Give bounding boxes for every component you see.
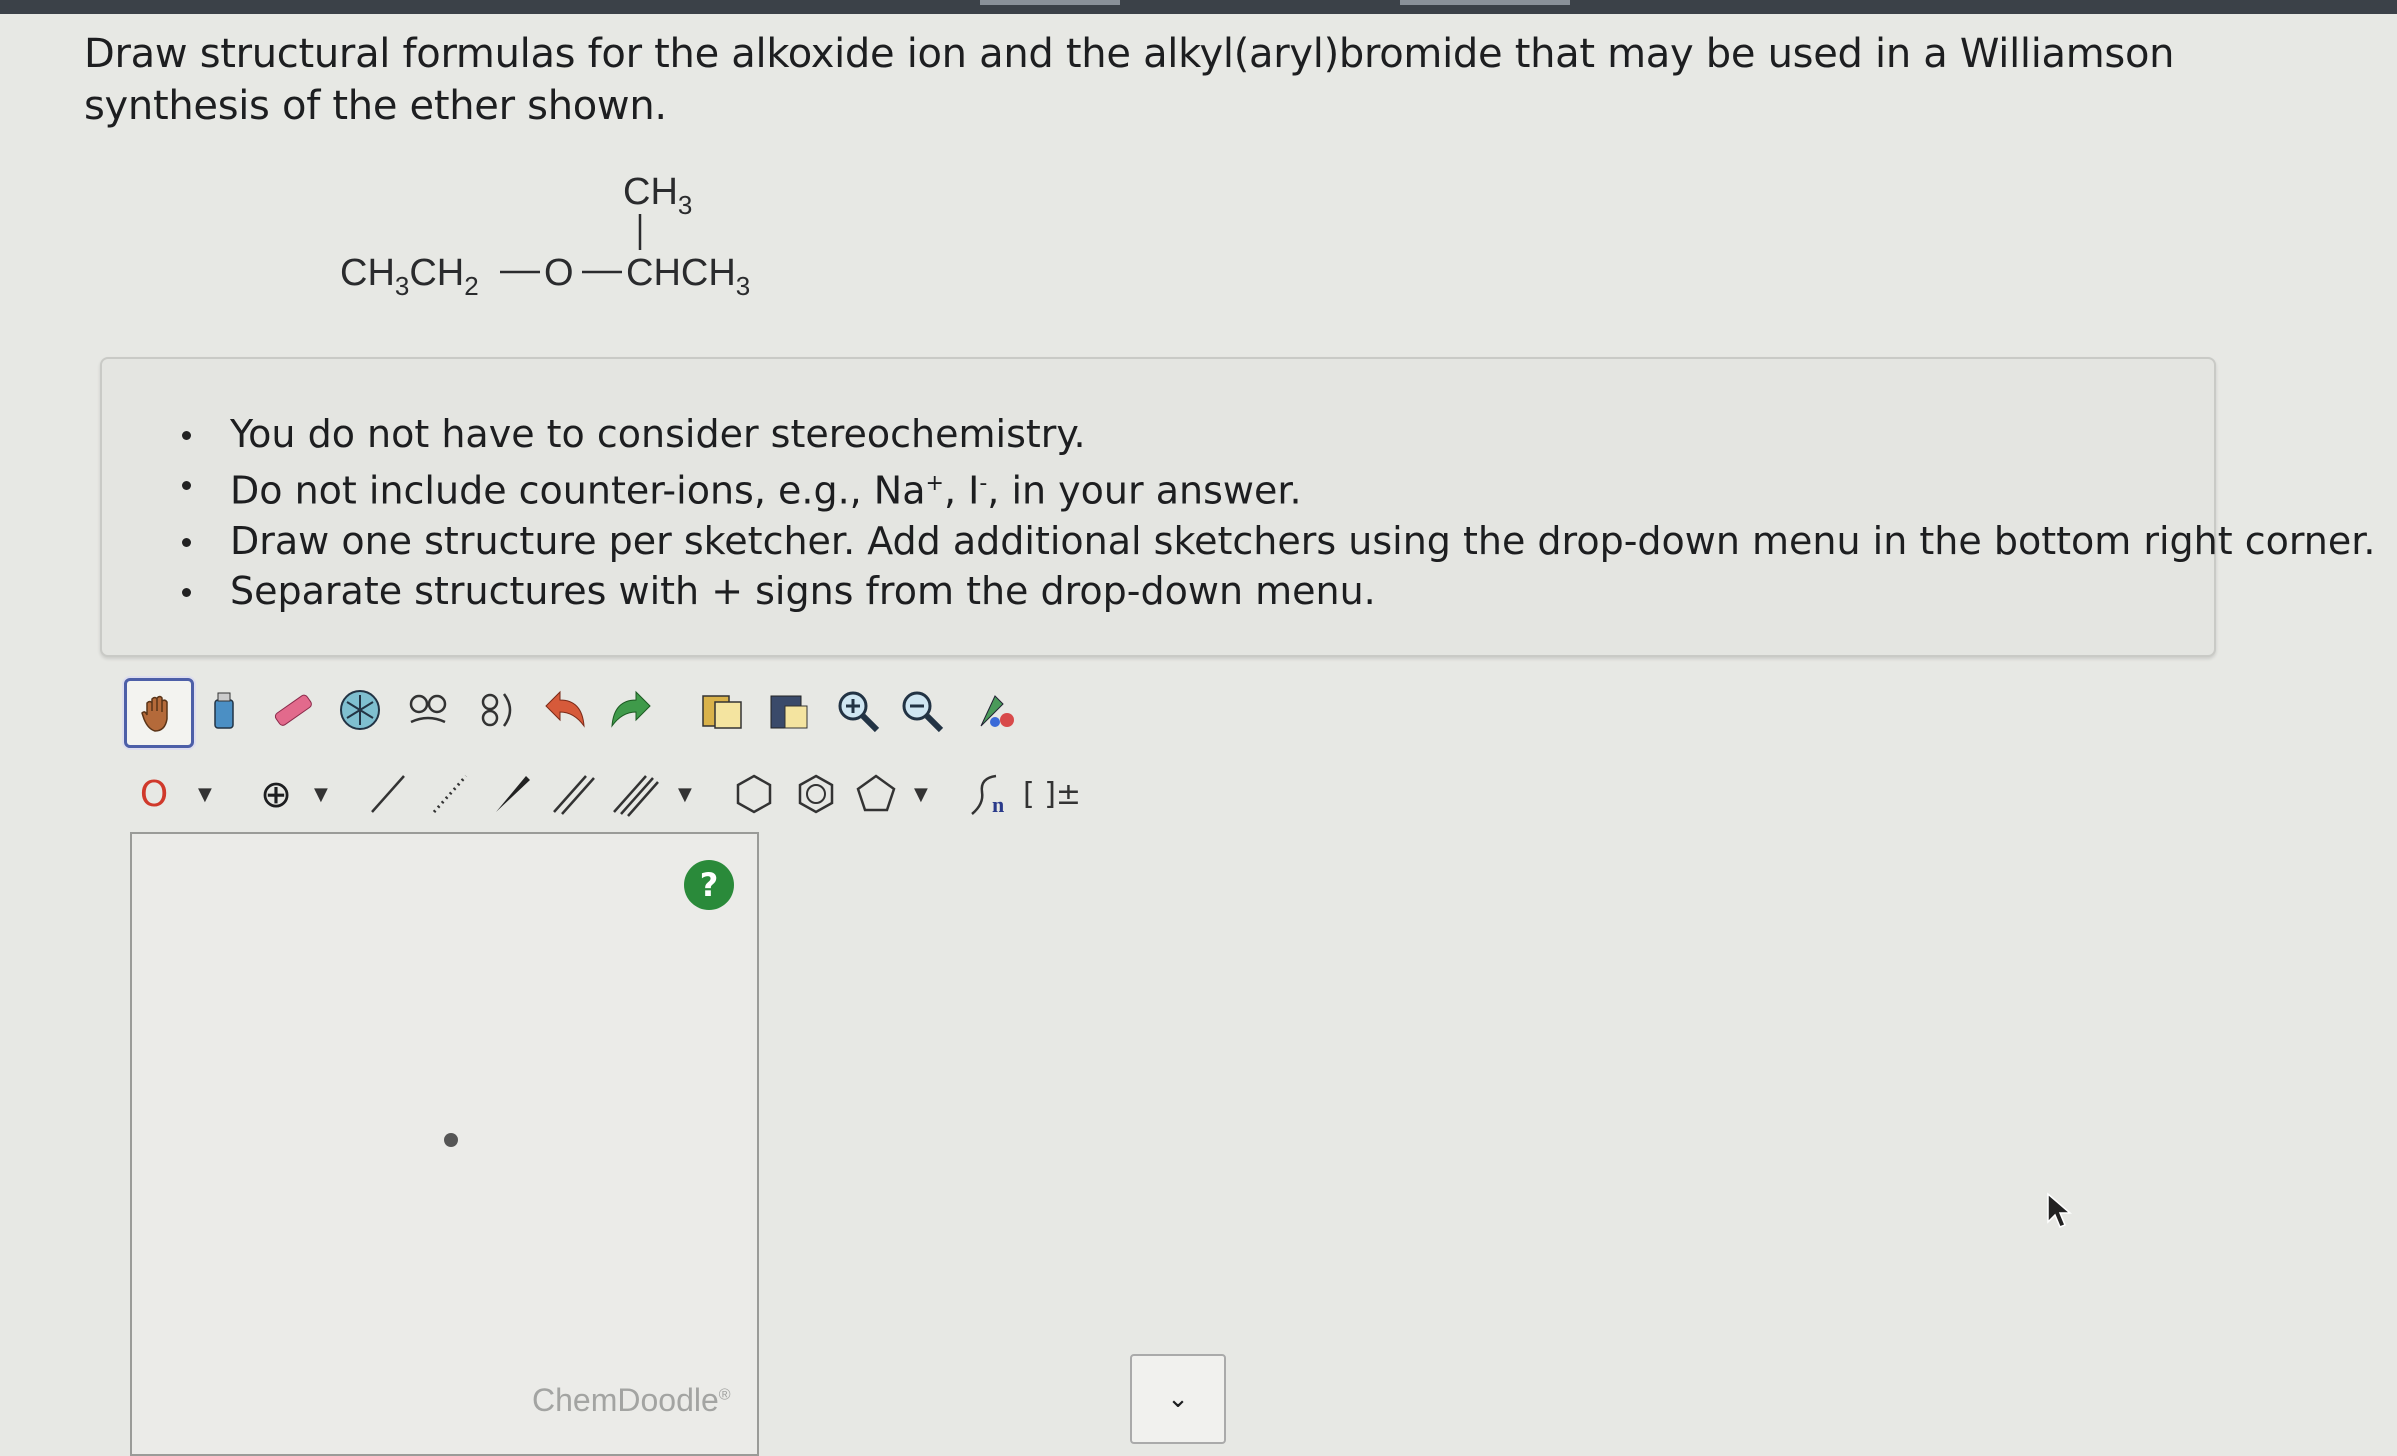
instruction-item: Separate structures with + signs from th… — [182, 566, 2375, 616]
undo-icon[interactable] — [532, 678, 596, 742]
canvas-dot — [444, 1133, 458, 1147]
zoom-in-icon[interactable] — [826, 678, 890, 742]
charge-button[interactable]: ⊕ — [244, 762, 308, 826]
tab-indicator — [1400, 0, 1570, 5]
double-bond-icon[interactable] — [542, 762, 606, 826]
ring-template-icon[interactable] — [328, 678, 392, 742]
copy-icon[interactable] — [690, 678, 754, 742]
clean-icon[interactable] — [964, 678, 1028, 742]
chevron-down-icon[interactable]: ▼ — [914, 784, 928, 805]
left-ethyl: CH3CH2 — [340, 252, 479, 301]
wedge-bond-icon[interactable] — [480, 762, 544, 826]
instruction-item: Do not include counter-ions, e.g., Na+, … — [182, 459, 2375, 516]
paste-icon[interactable] — [756, 678, 820, 742]
sgroup-button[interactable]: n — [956, 762, 1020, 826]
cyclohexane-icon[interactable] — [722, 762, 786, 826]
clear-icon[interactable] — [192, 678, 256, 742]
chevron-down-icon: ⌄ — [1167, 1384, 1189, 1414]
flip-icon[interactable] — [464, 678, 528, 742]
help-icon[interactable]: ? — [684, 860, 734, 910]
instructions-box: You do not have to consider stereochemis… — [100, 357, 2375, 657]
copy-molecule-icon[interactable] — [396, 678, 460, 742]
svg-text:n: n — [992, 792, 1004, 817]
chevron-down-icon[interactable]: ▼ — [678, 784, 692, 805]
atom-o-button[interactable]: O — [122, 762, 186, 826]
right-isopropyl: CHCH3 — [626, 252, 750, 301]
add-sketcher-dropdown[interactable]: ⌄ — [1130, 1354, 1226, 1444]
oxygen-atom: O — [544, 252, 574, 294]
ether-structure: CH3 CH3CH2 O CHCH3 — [340, 171, 750, 301]
chevron-down-icon[interactable]: ▼ — [314, 784, 328, 805]
triple-bond-icon[interactable] — [604, 762, 668, 826]
sketcher-toolbar-main — [118, 672, 1268, 758]
benzene-icon[interactable] — [784, 762, 848, 826]
sketcher-toolbar-draw: O ▼ ⊕ ▼ ▼ ▼ n [ ]± — [118, 760, 1088, 830]
zoom-out-icon[interactable] — [890, 678, 954, 742]
sketcher-canvas[interactable]: ? ChemDoodle® — [130, 832, 759, 1456]
top-ch3: CH3 — [623, 171, 692, 220]
instruction-item: You do not have to consider stereochemis… — [182, 409, 2375, 459]
single-bond-icon[interactable] — [356, 762, 420, 826]
chemdoodle-logo: ChemDoodle® — [532, 1382, 731, 1418]
hand-icon[interactable] — [124, 678, 194, 748]
redo-icon[interactable] — [600, 678, 664, 742]
chevron-down-icon[interactable]: ▼ — [198, 784, 212, 805]
tab-indicator — [980, 0, 1120, 5]
bracket-button[interactable]: [ ]± — [1020, 762, 1084, 826]
mouse-cursor-icon — [2047, 1192, 2073, 1228]
cyclopentane-icon[interactable] — [844, 762, 908, 826]
eraser-icon[interactable] — [260, 678, 324, 742]
hashed-bond-icon[interactable] — [418, 762, 482, 826]
instruction-item: Draw one structure per sketcher. Add add… — [182, 516, 2375, 566]
